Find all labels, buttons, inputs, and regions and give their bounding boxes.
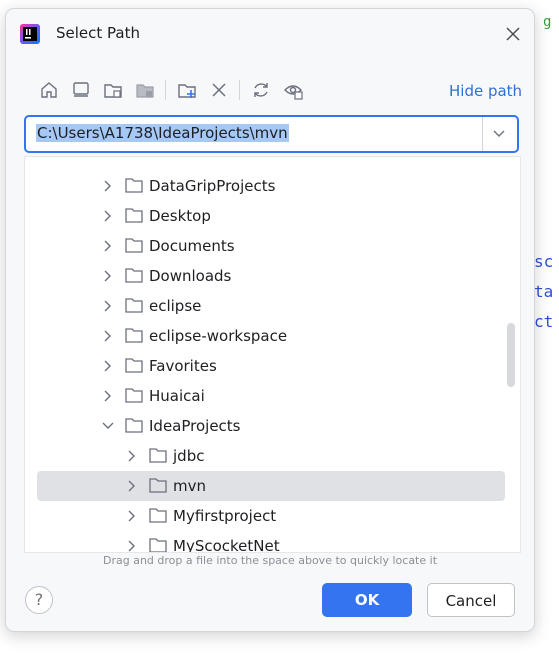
cancel-button[interactable]: Cancel (427, 583, 515, 617)
folder-icon (149, 538, 167, 552)
chevron-right-icon[interactable] (101, 179, 115, 193)
chevron-right-icon[interactable] (125, 449, 139, 463)
module-folder-icon[interactable] (134, 79, 156, 101)
tree-row-label: DataGripProjects (149, 177, 276, 195)
path-dropdown-button[interactable] (482, 117, 517, 151)
path-combobox[interactable]: C:\Users\A1738\IdeaProjects\mvn (24, 115, 519, 153)
tree-row-label: jdbc (173, 447, 205, 465)
tree-row-label: mvn (173, 477, 206, 495)
background-code-fragment: g (543, 14, 552, 30)
tree-row[interactable]: jdbc (37, 441, 505, 471)
delete-icon[interactable] (208, 79, 230, 101)
tree-row[interactable]: Downloads (37, 261, 505, 291)
toolbar-separator (239, 80, 240, 100)
chevron-right-icon[interactable] (101, 209, 115, 223)
tree-row-label: MyScocketNet (173, 537, 280, 553)
chevron-right-icon[interactable] (101, 239, 115, 253)
tree-row[interactable]: Documents (37, 231, 505, 261)
chevron-right-icon[interactable] (101, 359, 115, 373)
help-button[interactable]: ? (25, 586, 53, 614)
folder-icon (125, 328, 143, 343)
chevron-right-icon[interactable] (101, 299, 115, 313)
tree-row-label: eclipse (149, 297, 202, 315)
folder-icon (149, 478, 167, 493)
folder-icon (125, 178, 143, 193)
chevron-right-icon[interactable] (101, 329, 115, 343)
tree-row-label: eclipse-workspace (149, 327, 288, 345)
chevron-down-icon[interactable] (101, 419, 115, 433)
folder-icon (125, 268, 143, 283)
tree-row[interactable]: eclipse (37, 291, 505, 321)
tree-row-label: Myfirstproject (173, 507, 277, 525)
tree-scrollbar[interactable] (507, 323, 515, 387)
folder-icon (125, 238, 143, 253)
tree-row-label: Documents (149, 237, 235, 255)
file-tree[interactable]: DataGripProjects Desktop Documents Download… (24, 156, 521, 553)
drag-drop-hint: Drag and drop a file into the space abov… (102, 554, 438, 567)
show-hidden-icon[interactable] (282, 79, 304, 101)
hide-path-link[interactable]: Hide path (449, 82, 522, 100)
title-bar: Select Path (6, 9, 534, 59)
folder-icon (125, 388, 143, 403)
tree-row[interactable]: Huaicai (37, 381, 505, 411)
intellij-app-icon (20, 24, 40, 44)
tree-row[interactable]: mvn (37, 471, 505, 501)
tree-row-label: Favorites (149, 357, 217, 375)
folder-icon (149, 448, 167, 463)
file-toolbar (32, 79, 512, 101)
folder-icon (125, 358, 143, 373)
chevron-right-icon[interactable] (101, 269, 115, 283)
tree-row[interactable]: DataGripProjects (37, 171, 505, 201)
chevron-right-icon[interactable] (125, 509, 139, 523)
home-icon[interactable] (38, 79, 60, 101)
tree-row-label: Huaicai (149, 387, 205, 405)
chevron-right-icon[interactable] (125, 479, 139, 493)
refresh-icon[interactable] (250, 79, 272, 101)
chevron-right-icon[interactable] (125, 539, 139, 553)
folder-icon (125, 298, 143, 313)
tree-row[interactable]: Desktop (37, 201, 505, 231)
background-code-fragment: ct (534, 312, 554, 331)
desktop-icon[interactable] (70, 79, 92, 101)
tree-row-label: IdeaProjects (149, 417, 241, 435)
ok-button[interactable]: OK (322, 583, 412, 617)
path-input[interactable]: C:\Users\A1738\IdeaProjects\mvn (36, 124, 289, 142)
tree-row-label: Downloads (149, 267, 232, 285)
tree-row[interactable]: IdeaProjects (37, 411, 505, 441)
dialog-title: Select Path (56, 24, 140, 42)
tree-row[interactable]: Favorites (37, 351, 505, 381)
folder-icon (125, 208, 143, 223)
chevron-right-icon[interactable] (101, 389, 115, 403)
tree-row[interactable]: MyScocketNet (37, 531, 505, 553)
project-folder-icon[interactable] (102, 79, 124, 101)
chevron-down-icon (493, 130, 505, 137)
background-code-fragment: ta (534, 282, 554, 301)
tree-row[interactable]: Myfirstproject (37, 501, 505, 531)
close-icon[interactable] (502, 23, 524, 45)
folder-icon (125, 418, 143, 433)
select-path-dialog: Select Path Hide path C:\Users\A1738\Ide… (5, 8, 535, 632)
new-folder-icon[interactable] (176, 79, 198, 101)
tree-row-label: Desktop (149, 207, 211, 225)
toolbar-separator (165, 80, 166, 100)
folder-icon (149, 508, 167, 523)
tree-row[interactable]: eclipse-workspace (37, 321, 505, 351)
background-code-fragment: sc (534, 252, 554, 271)
